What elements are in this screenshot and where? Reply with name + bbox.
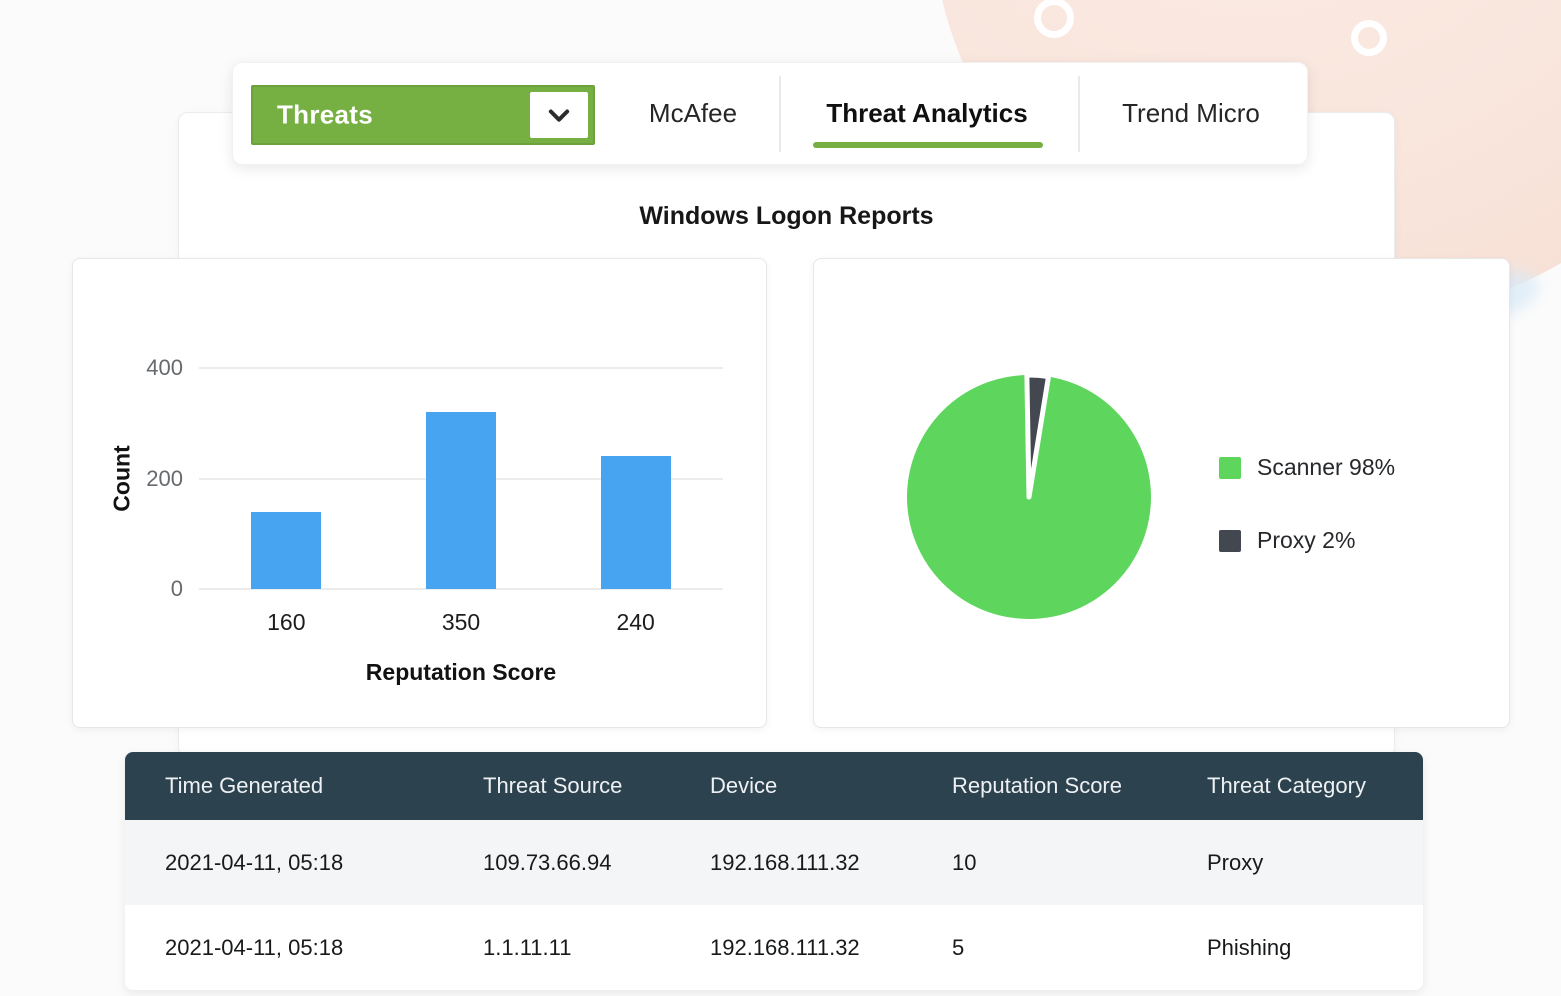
bar-160 — [251, 511, 322, 589]
table-cell: Proxy — [1207, 849, 1264, 875]
threats-dropdown-label: Threats — [277, 99, 374, 130]
table-cell: 192.168.111.32 — [710, 849, 860, 875]
y-axis-tick: 0 — [170, 576, 183, 601]
active-tab-underline — [813, 142, 1043, 148]
tab-mcafee[interactable]: McAfee — [613, 63, 773, 163]
legend-swatch — [1219, 529, 1241, 552]
pie-chart-card: Scanner 98% Proxy 2% — [813, 258, 1510, 728]
legend-label: Proxy 2% — [1257, 527, 1356, 553]
bar-240 — [600, 456, 671, 589]
x-axis-tick: 240 — [616, 609, 655, 635]
table-row: 2021-04-11, 05:18 109.73.66.94 192.168.111… — [125, 820, 1423, 905]
table-header-cell: Device — [710, 773, 778, 798]
table-header-cell: Threat Source — [483, 773, 623, 798]
table-header-cell: Reputation Score — [952, 773, 1122, 798]
tab-bar: Threats McAfee Threat Analytics Trend Mi… — [232, 62, 1308, 165]
y-axis-tick: 400 — [146, 355, 183, 380]
table-cell: 2021-04-11, 05:18 — [165, 849, 344, 875]
x-axis-label: Reputation Score — [365, 659, 557, 685]
legend-label: Scanner 98% — [1257, 454, 1396, 480]
table-header-row: Time Generated Threat Source Device Reputat… — [125, 752, 1423, 820]
bar-chart-card: 0 200 400 160 350 240 Count Reputation Score — [72, 258, 767, 728]
threats-dropdown[interactable]: Threats — [251, 85, 595, 145]
table-cell: 1.1.11.11 — [483, 934, 572, 960]
decor-ring-circle — [1351, 20, 1387, 56]
x-axis-tick: 160 — [267, 609, 306, 635]
table-header-cell: Time Generated — [165, 773, 324, 798]
table-row: 2021-04-11, 05:18 1.1.11.11 192.168.111.32… — [125, 905, 1423, 990]
tab-trend-micro[interactable]: Trend Micro — [1091, 63, 1291, 163]
table-cell: 5 — [952, 934, 965, 960]
bar-350 — [426, 412, 496, 589]
tab-divider — [1078, 76, 1080, 152]
table-cell: 109.73.66.94 — [483, 849, 612, 875]
x-axis-tick: 350 — [441, 609, 481, 635]
pie-chart — [907, 372, 1151, 619]
gridline — [199, 367, 723, 369]
table-cell: 10 — [952, 849, 977, 875]
table-cell: 192.168.111.32 — [710, 934, 860, 960]
y-axis-label: Count — [108, 444, 135, 512]
legend-swatch — [1219, 456, 1241, 479]
legend-item-proxy: Proxy 2% — [1219, 527, 1355, 554]
table-header-cell: Threat Category — [1207, 773, 1366, 798]
tab-divider — [779, 76, 781, 152]
legend-item-scanner: Scanner 98% — [1219, 454, 1395, 481]
threats-table: Time Generated Threat Source Device Reputat… — [125, 752, 1423, 990]
table-cell: 2021-04-11, 05:18 — [165, 934, 344, 960]
page-title: Windows Logon Reports — [639, 202, 934, 230]
chevron-down-icon[interactable] — [530, 92, 588, 138]
table-cell: Phishing — [1207, 934, 1292, 960]
tab-threat-analytics[interactable]: Threat Analytics — [807, 63, 1047, 163]
